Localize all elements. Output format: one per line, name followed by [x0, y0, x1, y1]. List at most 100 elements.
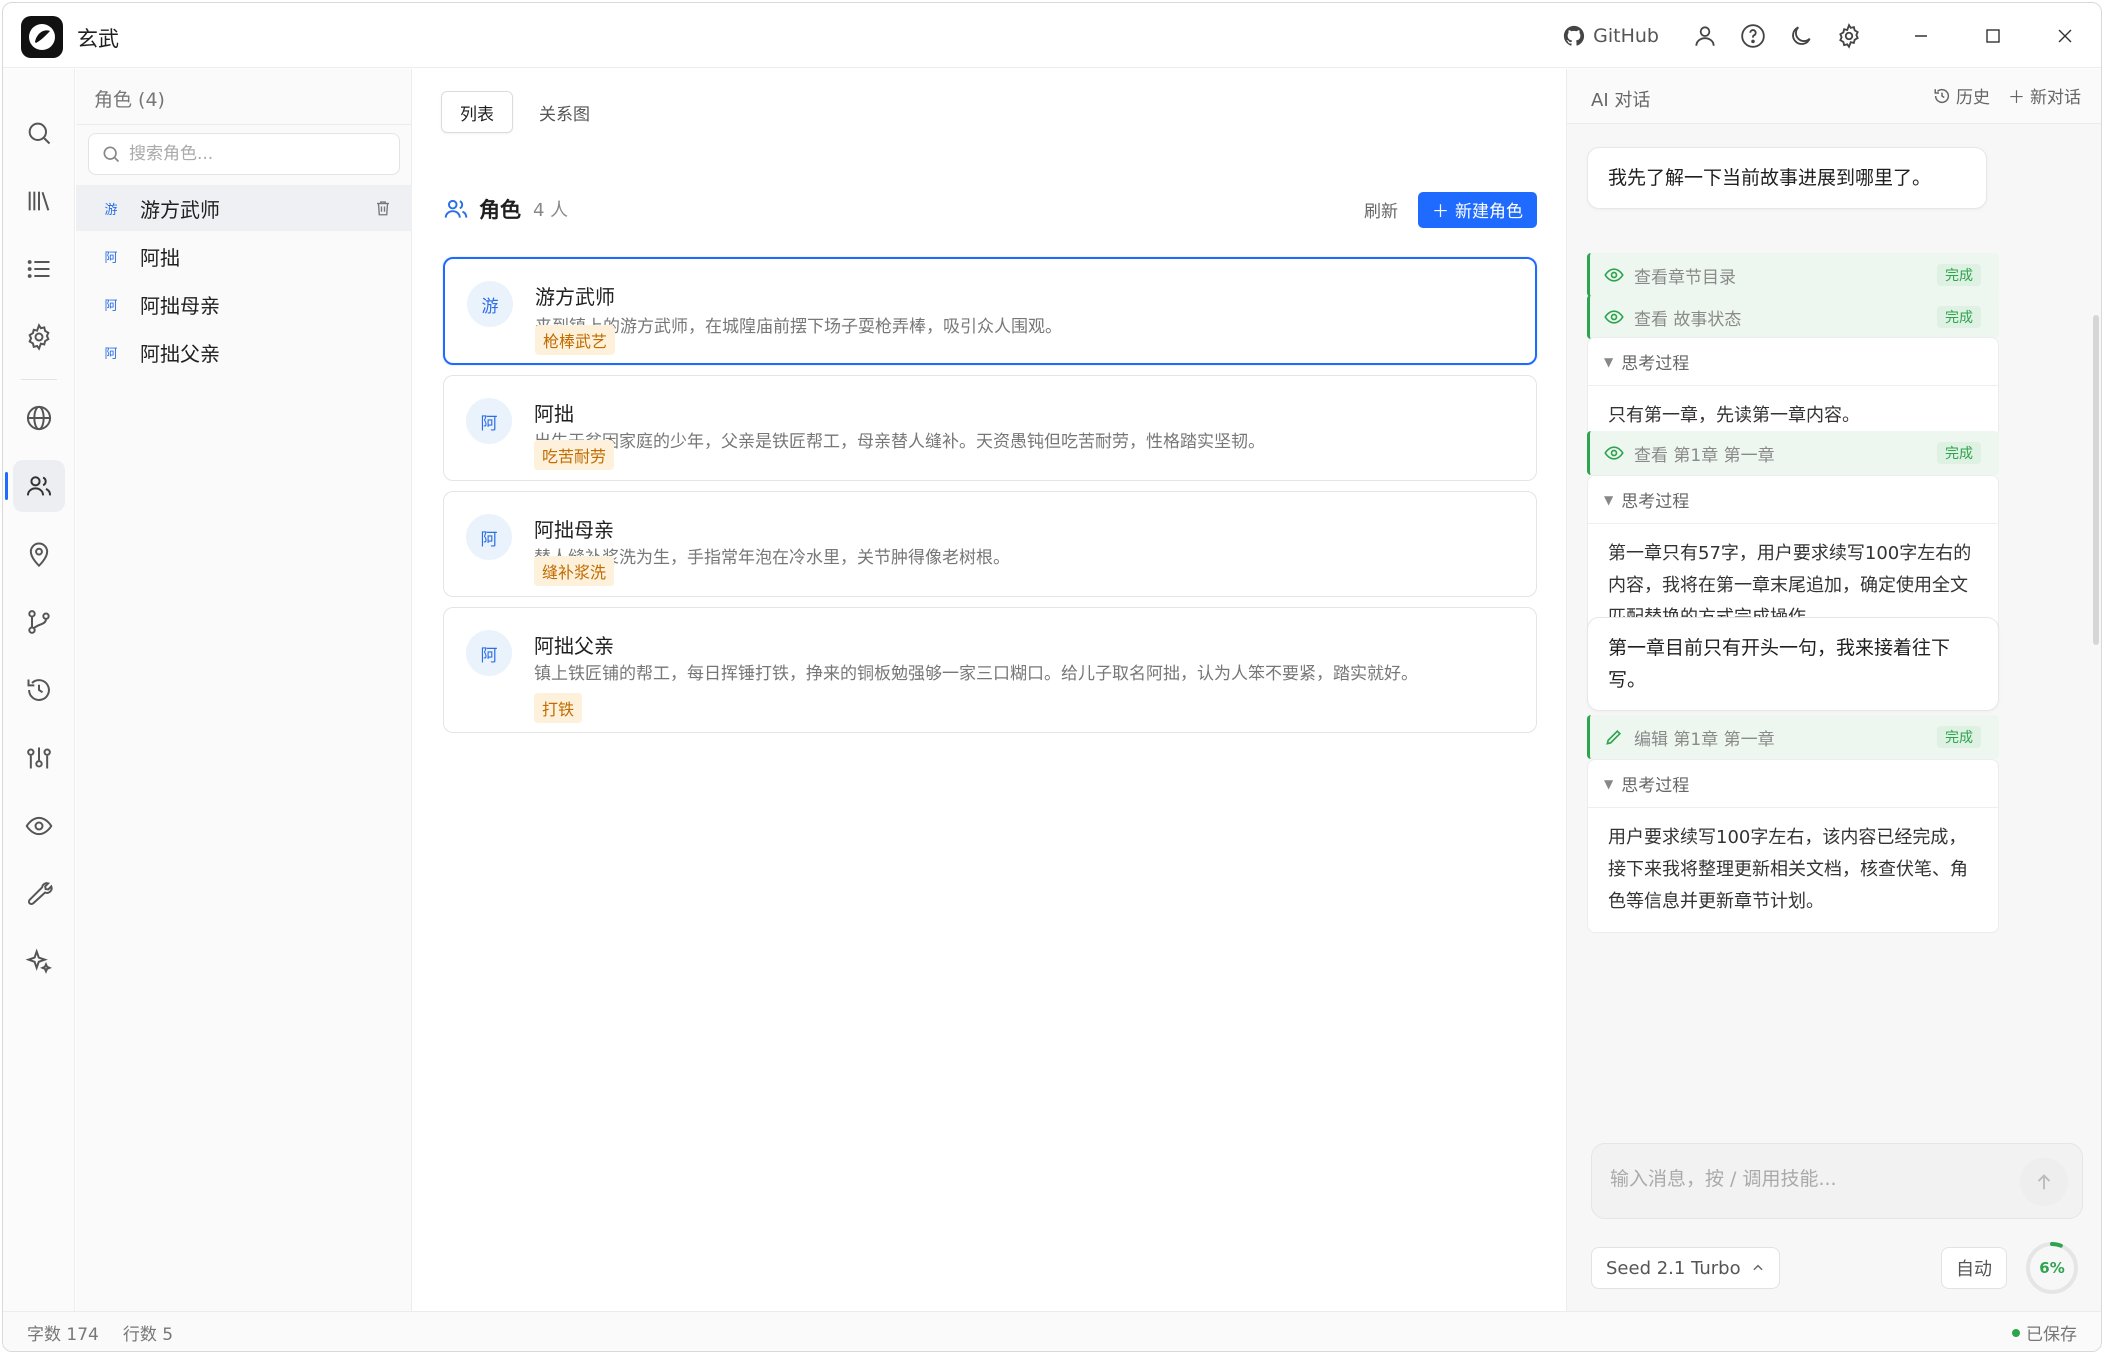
thinking-toggle[interactable]: ▼ 思考过程: [1588, 760, 1998, 808]
avatar: 阿: [466, 398, 512, 444]
eye-icon: [1604, 446, 1624, 460]
card-description: 替人缝补浆洗为生，手指常年泡在冷水里，关节肿得像老树根。: [534, 548, 1010, 568]
ai-header: AI 对话 历史 ＋ 新对话: [1567, 69, 2101, 124]
char-count: 字数 174: [27, 1325, 99, 1345]
sidebar-item-character[interactable]: 游 游方武师: [76, 185, 412, 231]
card-description: 出生于贫困家庭的少年，父亲是铁匠帮工，母亲替人缝补。天资愚钝但吃苦耐劳，性格踏实…: [534, 432, 1265, 452]
thinking-block[interactable]: ▼ 思考过程 用户要求续写100字左右，该内容已经完成，接下来我将整理更新相关文…: [1587, 759, 1999, 933]
caret-down-icon: ▼: [1604, 776, 1614, 791]
avatar: 游: [467, 281, 513, 327]
sidebar-item-character[interactable]: 阿 阿拙: [76, 233, 412, 279]
section-header: 角色 4 人 刷新 ＋ 新建角色: [443, 189, 1537, 229]
sidebar-item-label: 阿拙母亲: [140, 293, 220, 318]
character-badge: 阿: [104, 250, 118, 266]
card-tag: 吃苦耐劳: [534, 440, 615, 470]
done-badge: 完成: [1937, 726, 1981, 748]
pencil-icon: [1606, 729, 1622, 745]
rail-wrench[interactable]: [13, 868, 65, 920]
dark-mode-icon[interactable]: [1777, 12, 1825, 60]
thinking-label: 思考过程: [1621, 776, 1690, 796]
list-icon: [27, 260, 50, 278]
chat-input[interactable]: [1610, 1164, 1990, 1200]
github-icon: [1564, 25, 1585, 46]
ai-chat-panel: AI 对话 历史 ＋ 新对话 我先了解一下当前故事进展到哪里了。 查看章节目录 …: [1566, 69, 2101, 1311]
character-card[interactable]: 阿 阿拙母亲 替人缝补浆洗为生，手指常年泡在冷水里，关节肿得像老树根。 缝补浆洗: [443, 491, 1537, 597]
rail-history[interactable]: [13, 664, 65, 716]
search-input[interactable]: [129, 144, 389, 164]
tab-list[interactable]: 列表: [441, 91, 513, 133]
character-card[interactable]: 阿 阿拙 出生于贫困家庭的少年，父亲是铁匠帮工，母亲替人缝补。天资愚钝但吃苦耐劳…: [443, 375, 1537, 481]
help-icon[interactable]: [1729, 12, 1777, 60]
minimize-button[interactable]: [1885, 3, 1957, 68]
github-link[interactable]: GitHub: [1563, 25, 1659, 47]
character-sidebar: 角色 (4) 游 游方武师 阿 阿拙 阿 阿拙母亲 阿 阿拙父亲: [76, 69, 412, 1311]
sidebar-item-character[interactable]: 阿 阿拙母亲: [76, 281, 412, 327]
app-logo: [21, 16, 63, 58]
thinking-toggle[interactable]: ▼ 思考过程: [1588, 338, 1998, 386]
thinking-label: 思考过程: [1621, 492, 1690, 512]
settings-icon[interactable]: [1825, 12, 1873, 60]
chat-scrollbar[interactable]: [2093, 315, 2099, 645]
thinking-toggle[interactable]: ▼ 思考过程: [1588, 476, 1998, 524]
assistant-message: 第一章目前只有开头一句，我来接着往下写。: [1587, 617, 1999, 711]
rail-search[interactable]: [13, 107, 65, 159]
sidebar-item-character[interactable]: 阿 阿拙父亲: [76, 329, 412, 375]
done-badge: 完成: [1937, 442, 1981, 464]
sidebar-item-label: 游方武师: [140, 197, 220, 222]
sidebar-item-label: 阿拙: [140, 245, 180, 270]
sliders-icon: [27, 747, 51, 769]
send-button[interactable]: [2020, 1158, 2068, 1206]
rail-ai[interactable]: [13, 936, 65, 988]
chat-input-box[interactable]: [1591, 1143, 2083, 1219]
search-icon: [103, 146, 120, 163]
chat-messages[interactable]: 我先了解一下当前故事进展到哪里了。 查看章节目录 完成 查看 故事状态 完成 ▼…: [1567, 125, 2101, 1185]
status-bar: 字数 174 行数 5 已保存: [3, 1311, 2101, 1351]
rail-plot[interactable]: [13, 596, 65, 648]
character-card[interactable]: 游 游方武师 来到镇上的游方武师，在城隍庙前摆下场子耍枪弄棒，吸引众人围观。 枪…: [443, 257, 1537, 365]
search-box[interactable]: [88, 133, 400, 175]
rail-outline[interactable]: [13, 243, 65, 295]
tool-call[interactable]: 编辑 第1章 第一章 完成: [1587, 715, 1999, 759]
history-icon: [1934, 88, 1950, 103]
rail-divider: [21, 379, 57, 380]
branch-icon: [28, 610, 50, 634]
rail-preview[interactable]: [13, 800, 65, 852]
app-title: 玄武: [77, 27, 119, 51]
card-tag: 打铁: [534, 693, 583, 723]
rail-library[interactable]: [13, 175, 65, 227]
history-button[interactable]: 历史: [1933, 83, 1990, 108]
maximize-button[interactable]: [1957, 3, 2029, 68]
tool-call[interactable]: 查看 第1章 第一章 完成: [1587, 431, 1999, 475]
rail-world[interactable]: [13, 392, 65, 444]
model-selector[interactable]: Seed 2.1 Turbo: [1591, 1247, 1780, 1289]
card-tag: 枪棒武艺: [535, 325, 616, 355]
card-description: 镇上铁匠铺的帮工，每日挥锤打铁，挣来的铜板勉强够一家三口糊口。给儿子取名阿拙，认…: [534, 664, 1418, 684]
avatar: 阿: [466, 514, 512, 560]
account-icon[interactable]: [1681, 12, 1729, 60]
eye-icon: [25, 816, 53, 836]
rail-characters[interactable]: [5, 460, 65, 512]
avatar: 阿: [466, 630, 512, 676]
refresh-button[interactable]: 刷新: [1356, 191, 1406, 228]
history-icon: [27, 679, 50, 701]
tab-relationship-graph[interactable]: 关系图: [521, 91, 608, 133]
assistant-message: 我先了解一下当前故事进展到哪里了。: [1587, 147, 1987, 209]
new-chat-button[interactable]: ＋ 新对话: [2008, 83, 2081, 108]
nav-rail: [3, 69, 75, 1311]
character-card[interactable]: 阿 阿拙父亲 镇上铁匠铺的帮工，每日挥锤打铁，挣来的铜板勉强够一家三口糊口。给儿…: [443, 607, 1537, 733]
rail-locations[interactable]: [13, 528, 65, 580]
close-button[interactable]: [2029, 3, 2101, 68]
new-character-button[interactable]: ＋ 新建角色: [1418, 191, 1537, 228]
character-badge: 阿: [104, 298, 118, 314]
globe-icon: [26, 405, 52, 431]
search-icon: [28, 122, 51, 145]
rail-settings[interactable]: [13, 311, 65, 363]
auto-mode-button[interactable]: 自动: [1941, 1247, 2007, 1289]
rail-tools[interactable]: [13, 732, 65, 784]
tool-call[interactable]: 查看章节目录 完成: [1587, 253, 1999, 297]
plus-icon: ＋: [2008, 88, 2025, 108]
tool-call[interactable]: 查看 故事状态 完成: [1587, 295, 1999, 339]
card-name: 阿拙母亲: [534, 518, 614, 542]
trash-icon[interactable]: [374, 198, 392, 222]
map-pin-icon: [29, 542, 49, 568]
